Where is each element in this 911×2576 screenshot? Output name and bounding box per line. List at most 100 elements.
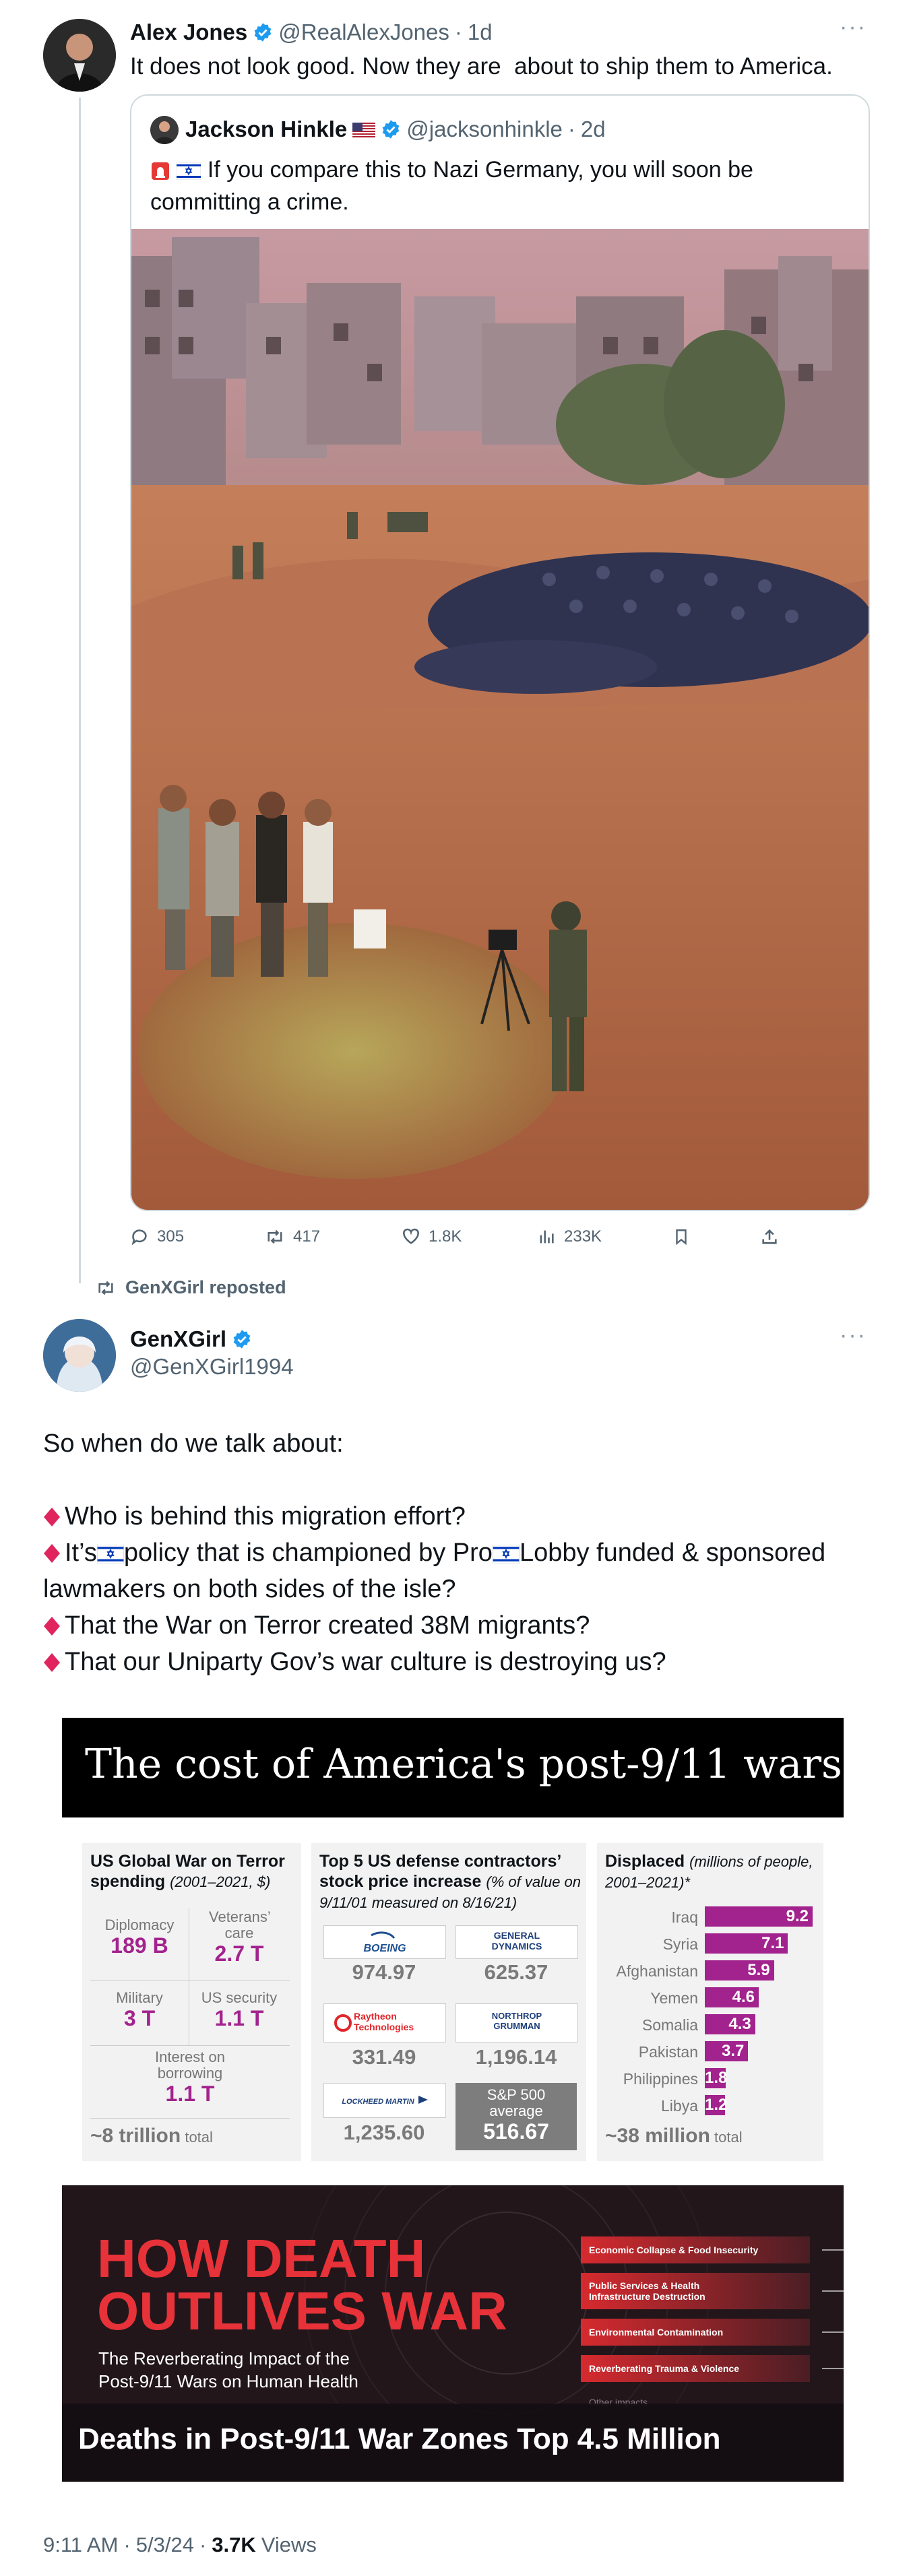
author-name[interactable]: Jackson Hinkle [185,117,347,142]
author-handle[interactable]: @jacksonhinkle [406,117,563,142]
contractors-panel: Top 5 US defense contractors’ stock pric… [311,1843,586,2161]
bullet-line: That the War on Terror created 38M migra… [43,1607,879,1644]
repost-icon [268,1229,282,1244]
bullet-line: Who is behind this migration effort? [43,1498,879,1535]
bar-label: Iraq [671,1908,698,1926]
separator-dot: · [199,2533,207,2556]
siren-emoji-icon [150,157,170,183]
infographic[interactable]: The cost of America's post-9/11 wars US … [62,1718,844,2176]
tweet-date[interactable]: 5/3/24 [136,2533,194,2557]
views-count: 3.7K [212,2533,256,2556]
separator-dot: · [123,2533,131,2556]
views-button[interactable]: 233K [537,1227,602,1246]
avatar[interactable] [43,1319,116,1392]
arrow-right-icon [822,2290,844,2292]
bar: 7.1 [705,1933,788,1954]
avatar[interactable] [150,116,179,144]
bookmark-icon [676,1229,687,1246]
bar: 4.3 [705,2014,755,2034]
tweet-time[interactable]: 9:11 AM [43,2533,118,2557]
repost-banner-text: GenXGirl reposted [125,1277,286,1297]
views-label: Views [261,2533,317,2556]
red-diamond-icon [44,1544,60,1563]
heart-icon [403,1228,419,1244]
verified-badge-icon [381,117,401,142]
red-diamond-icon [44,1617,60,1636]
israel-flag-icon [96,1544,124,1564]
separator-dot: · [454,20,462,44]
raytheon-value: 331.49 [352,2045,416,2069]
share-button[interactable] [760,1227,779,1246]
displaced-panel: Displaced (millions of people, 2001–2021… [597,1843,823,2161]
bar-label: Philippines [623,2070,698,2088]
author-name[interactable]: Alex Jones [130,20,247,45]
bar: 5.9 [705,1960,774,1981]
spending-panel: US Global War on Terror spending (2001–2… [82,1843,301,2161]
red-diamond-icon [44,1508,60,1526]
detainees-photo-illustration [131,229,869,1210]
like-count: 1.8K [429,1227,462,1246]
spending-cell-veterans: Veterans’ care 2.7 T [189,1908,290,1981]
tweet-photo[interactable] [131,229,869,1210]
like-button[interactable]: 1.8K [402,1227,462,1246]
raytheon-logo: Raytheon Technologies [323,2003,446,2042]
general-dynamics-value: 625.37 [484,1960,548,1984]
sp500-label: S&P 500 average [486,2086,546,2119]
how-death-outlives-war-banner[interactable]: HOW DEATH OUTLIVES WAR The Reverberating… [62,2185,844,2482]
banner-caption-strip: Deaths in Post-9/11 War Zones Top 4.5 Mi… [62,2404,844,2482]
tweet-text: It does not look good. Now they are abou… [130,53,833,79]
svg-text:LOCKHEED MARTIN: LOCKHEED MARTIN [342,2098,414,2106]
author-name[interactable]: GenXGirl [130,1326,226,1352]
views-chart-icon [540,1230,554,1244]
sp500-value: 516.67 [483,2119,549,2144]
reply-count: 305 [157,1227,185,1246]
bar: 1.2 [705,2095,728,2115]
tweet-body: So when do we talk about: Who is behind … [43,1425,879,1680]
more-options-icon[interactable]: ··· [840,15,867,38]
avatar[interactable] [43,19,116,92]
arrow-right-icon [822,2368,844,2369]
israel-flag-icon [493,1544,520,1564]
bookmark-button[interactable] [672,1227,690,1246]
tweet-header: GenXGirl [130,1326,252,1353]
tweet-time[interactable]: 1d [468,20,493,45]
separator-dot: · [567,117,575,141]
impact-item: Public Services & Health Infrastructure … [581,2273,810,2309]
repost-count: 417 [293,1227,321,1246]
repost-icon [98,1281,113,1295]
bar-label: Libya [661,2097,698,2115]
red-diamond-icon [44,1653,60,1672]
bar: 1.8 [705,2068,728,2088]
tweet-time[interactable]: 2d [581,117,606,142]
more-options-icon[interactable]: ··· [840,1324,867,1347]
spending-cell-diplomacy: Diplomacy 189 B [90,1908,189,1981]
impact-item: Economic Collapse & Food Insecurity [581,2236,810,2263]
thread-line [79,98,81,1283]
bar: 9.2 [705,1906,813,1927]
repost-banner[interactable]: GenXGirl reposted [94,1277,286,1298]
reply-button[interactable]: 305 [130,1227,184,1246]
quoted-header: Jackson Hinkle @jacksonhinkle · 2d [185,115,606,144]
boeing-value: 974.97 [352,1960,416,1984]
bar-label: Yemen [650,1989,698,2007]
repost-button[interactable]: 417 [265,1227,320,1246]
impact-item: Environmental Contamination [581,2319,810,2346]
svg-text:BOEING: BOEING [363,1943,406,1954]
arrow-right-icon [822,2331,844,2333]
banner-headline: HOW DEATH OUTLIVES WAR [97,2228,507,2341]
displaced-bar-chart: Iraq 9.2 Syria 7.1 Afghanistan 5.9 Yemen 4.6 Som… [597,1904,823,2126]
tweet-timestamp-row: 9:11 AM · 5/3/24 · 3.7K Views [43,2533,317,2557]
share-icon [762,1229,777,1244]
spending-panel-title: US Global War on Terror spending (2001–2… [90,1852,285,1891]
lockheed-martin-logo: LOCKHEED MARTIN [323,2083,446,2118]
author-handle[interactable]: @GenXGirl1994 [130,1354,294,1380]
author-handle[interactable]: @RealAlexJones [278,20,449,45]
quoted-tweet-card[interactable]: Jackson Hinkle @jacksonhinkle · 2d If yo… [130,94,870,1211]
tweet-intro: So when do we talk about: [43,1429,344,1458]
verified-badge-icon [253,20,273,45]
bullet-line: It’s policy that is championed by Pro Lobb… [43,1539,826,1603]
us-flag-icon [352,117,376,142]
israel-flag-icon [177,157,201,183]
bullet-line: That our Uniparty Gov’s war culture is d… [43,1644,879,1680]
lockheed-martin-value: 1,235.60 [343,2121,425,2144]
